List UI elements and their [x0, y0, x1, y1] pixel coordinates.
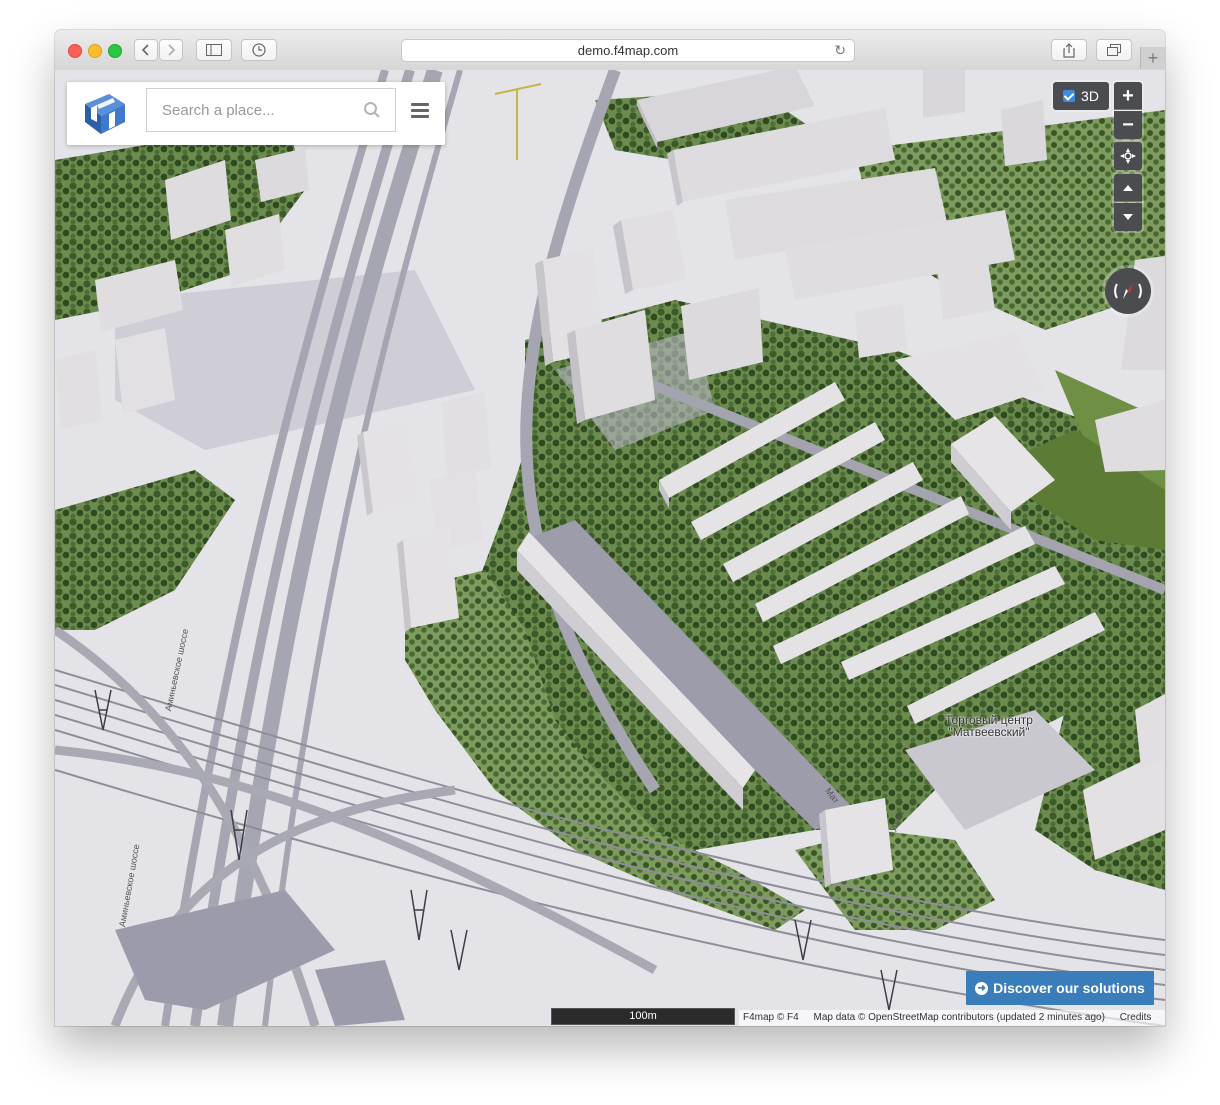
- close-window-button[interactable]: [68, 44, 82, 58]
- map-canvas[interactable]: [55, 70, 1165, 1026]
- zoom-out-button[interactable]: −: [1114, 111, 1142, 139]
- back-button[interactable]: [134, 39, 158, 61]
- minimize-window-button[interactable]: [88, 44, 102, 58]
- clock-icon: [252, 43, 266, 57]
- sidebar-icon: [206, 44, 222, 56]
- browser-window: demo.f4map.com ↻ + Торговый центр "Матве…: [55, 30, 1165, 1026]
- triangle-down-icon: [1123, 214, 1133, 220]
- new-tab-button[interactable]: +: [1140, 47, 1165, 69]
- map-viewport[interactable]: Торговый центр "Матвеевский" Аминьевское…: [55, 70, 1165, 1026]
- building: [55, 350, 103, 430]
- tilt-up-button[interactable]: [1114, 174, 1142, 202]
- url-text: demo.f4map.com: [577, 43, 679, 58]
- search-icon[interactable]: [363, 101, 381, 119]
- compass-button[interactable]: [1105, 268, 1151, 314]
- arrow-circle-icon: ➜: [975, 981, 989, 995]
- mall-label[interactable]: Торговый центр "Матвеевский": [939, 714, 1039, 738]
- tabs-overview-button[interactable]: [1096, 39, 1132, 61]
- compass-icon: [1114, 283, 1142, 299]
- zoom-window-button[interactable]: [108, 44, 122, 58]
- checkbox-icon: [1063, 90, 1076, 102]
- browser-toolbar: demo.f4map.com ↻ +: [55, 30, 1165, 71]
- credits-link[interactable]: Credits: [1120, 1012, 1152, 1023]
- search-input[interactable]: [146, 88, 396, 132]
- reload-icon[interactable]: ↻: [834, 40, 846, 61]
- zoom-in-button[interactable]: +: [1114, 82, 1142, 110]
- building: [397, 528, 459, 632]
- forward-button[interactable]: [159, 39, 183, 61]
- building: [855, 304, 907, 358]
- attribution-bar: F4map © F4 Map data © OpenStreetMap cont…: [739, 1010, 1165, 1026]
- history-button[interactable]: [241, 39, 277, 61]
- toggle-3d-button[interactable]: 3D: [1053, 82, 1109, 110]
- crosshair-icon: [1120, 148, 1136, 164]
- discover-label: Discover our solutions: [993, 980, 1145, 996]
- chevron-left-icon: [141, 44, 149, 56]
- scale-bar: 100m: [551, 1008, 735, 1025]
- chevron-right-icon: [168, 44, 176, 56]
- locate-button[interactable]: [1114, 142, 1142, 170]
- mall-label-line2: "Матвеевский": [948, 725, 1030, 739]
- building: [357, 422, 417, 516]
- hamburger-menu-icon[interactable]: [411, 103, 429, 119]
- tilt-down-button[interactable]: [1114, 203, 1142, 231]
- discover-solutions-button[interactable]: ➜ Discover our solutions: [966, 971, 1154, 1005]
- building: [1001, 100, 1047, 166]
- toggle-3d-label: 3D: [1081, 88, 1099, 104]
- search-panel: [67, 82, 445, 145]
- tabs-icon: [1107, 44, 1121, 56]
- f4-cube-logo[interactable]: [79, 88, 131, 138]
- share-button[interactable]: [1051, 39, 1087, 61]
- share-icon: [1063, 42, 1075, 58]
- triangle-up-icon: [1123, 185, 1133, 191]
- building: [441, 392, 491, 478]
- building: [923, 70, 965, 118]
- sidebar-button[interactable]: [196, 39, 232, 61]
- building: [935, 240, 995, 320]
- address-bar[interactable]: demo.f4map.com ↻: [401, 39, 855, 62]
- attribution-osm[interactable]: Map data © OpenStreetMap contributors (u…: [814, 1012, 1105, 1023]
- building: [115, 328, 175, 414]
- attribution-f4[interactable]: F4map © F4: [743, 1012, 799, 1023]
